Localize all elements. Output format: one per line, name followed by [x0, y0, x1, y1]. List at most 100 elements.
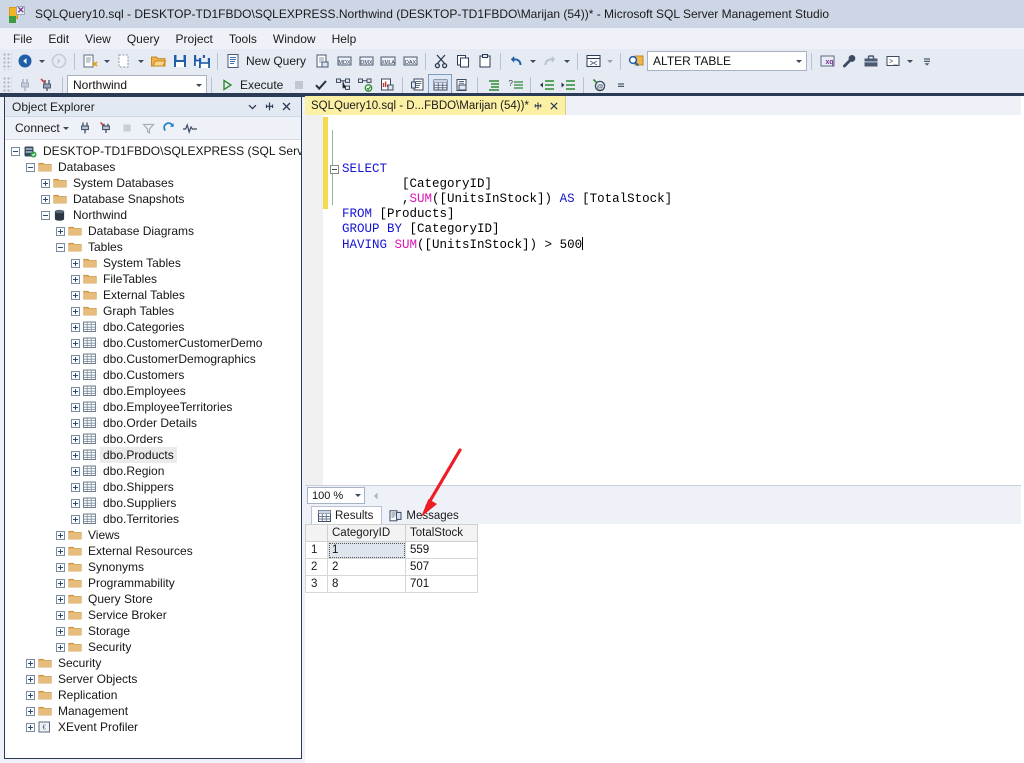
expand-icon[interactable]	[71, 514, 80, 524]
collapse-icon[interactable]	[11, 146, 20, 156]
menu-item-project[interactable]: Project	[168, 30, 221, 48]
new-query-label[interactable]: New Query	[244, 54, 311, 68]
panel-dropdown-icon[interactable]	[244, 98, 261, 115]
save-button[interactable]	[169, 51, 191, 72]
expand-icon[interactable]	[56, 594, 65, 604]
expand-icon[interactable]	[41, 194, 50, 204]
tree-node[interactable]: dbo.EmployeeTerritories	[5, 399, 301, 415]
row-number-cell[interactable]: 2	[305, 558, 328, 576]
wrench-icon[interactable]	[838, 51, 860, 72]
cell-categoryid[interactable]: 2	[327, 558, 406, 576]
zoom-combo[interactable]: 100 %	[307, 487, 365, 504]
new-blank-caret-icon[interactable]	[138, 59, 144, 63]
expand-icon[interactable]	[56, 546, 65, 556]
cell-categoryid[interactable]: 1	[327, 541, 406, 559]
toolbar-grip[interactable]	[3, 52, 12, 70]
tree-node[interactable]: Security	[5, 655, 301, 671]
expand-icon[interactable]	[71, 322, 80, 332]
expand-icon[interactable]	[56, 530, 65, 540]
tree-node[interactable]: € XEvent Profiler	[5, 719, 301, 735]
new-query-button[interactable]	[222, 51, 244, 72]
navigate-back-button[interactable]	[14, 51, 36, 72]
copy-button[interactable]	[452, 51, 474, 72]
expand-icon[interactable]	[71, 354, 80, 364]
close-icon[interactable]	[547, 101, 561, 111]
collapse-region-icon[interactable]	[330, 165, 339, 174]
expand-icon[interactable]	[71, 306, 80, 316]
menu-item-help[interactable]: Help	[324, 30, 365, 48]
execute-label[interactable]: Execute	[238, 78, 288, 92]
tree-node[interactable]: Views	[5, 527, 301, 543]
new-query-connection-button[interactable]	[79, 51, 101, 72]
expand-icon[interactable]	[26, 690, 35, 700]
mdx-query-button[interactable]: MDX	[333, 51, 355, 72]
stop-icon[interactable]	[117, 119, 138, 138]
xquery-button[interactable]: xq	[816, 51, 838, 72]
menu-item-window[interactable]: Window	[265, 30, 324, 48]
toolbar-overflow-icon[interactable]	[916, 51, 938, 72]
refresh-icon[interactable]	[159, 119, 180, 138]
grid-corner-cell[interactable]	[305, 524, 328, 542]
expand-icon[interactable]	[71, 290, 80, 300]
expand-icon[interactable]	[71, 338, 80, 348]
expand-icon[interactable]	[26, 658, 35, 668]
expand-icon[interactable]	[26, 722, 35, 732]
quick-launch-icon[interactable]	[625, 51, 647, 72]
navigate-forward-button[interactable]	[48, 51, 70, 72]
expand-icon[interactable]	[71, 370, 80, 380]
dax-query-button[interactable]: DAX	[399, 51, 421, 72]
results-grid-container[interactable]: CategoryID TotalStock 1 1 559 2 2 507 3 8 701	[305, 524, 1024, 763]
document-tab-sqlquery10[interactable]: SQLQuery10.sql - D...FBDO\Marijan (54))*	[305, 96, 566, 115]
tree-node[interactable]: Programmability	[5, 575, 301, 591]
tree-node[interactable]: External Resources	[5, 543, 301, 559]
tree-node[interactable]: Database Snapshots	[5, 191, 301, 207]
expand-icon[interactable]	[71, 418, 80, 428]
menu-item-view[interactable]: View	[77, 30, 119, 48]
tree-node[interactable]: Northwind	[5, 207, 301, 223]
tree-node[interactable]: FileTables	[5, 271, 301, 287]
menu-item-file[interactable]: File	[5, 30, 40, 48]
save-all-button[interactable]	[191, 51, 213, 72]
tree-node[interactable]: Tables	[5, 239, 301, 255]
results-grid[interactable]: CategoryID TotalStock 1 1 559 2 2 507 3 8 701	[305, 524, 478, 593]
expand-icon[interactable]	[26, 674, 35, 684]
chevron-down-icon[interactable]	[791, 59, 806, 63]
collapse-icon[interactable]	[56, 242, 65, 252]
filter-icon[interactable]	[138, 119, 159, 138]
cut-button[interactable]	[430, 51, 452, 72]
tree-node[interactable]: dbo.CustomerDemographics	[5, 351, 301, 367]
expand-icon[interactable]	[71, 450, 80, 460]
menu-item-edit[interactable]: Edit	[40, 30, 77, 48]
expand-icon[interactable]	[71, 402, 80, 412]
find-caret-icon[interactable]	[607, 59, 614, 63]
tab-messages[interactable]: Messages	[382, 506, 467, 524]
dmx-query-button[interactable]: DMX	[355, 51, 377, 72]
code-editor[interactable]: SELECT [CategoryID] ,SUM([UnitsInStock])…	[305, 115, 1024, 485]
undo-caret-icon[interactable]	[530, 59, 537, 63]
expand-icon[interactable]	[56, 562, 65, 572]
find-in-files-button[interactable]	[582, 51, 604, 72]
expand-icon[interactable]	[56, 578, 65, 588]
tree-node[interactable]: Security	[5, 639, 301, 655]
redo-button[interactable]	[539, 51, 561, 72]
tree-node[interactable]: Graph Tables	[5, 303, 301, 319]
tree-node[interactable]: dbo.Territories	[5, 511, 301, 527]
expand-icon[interactable]	[56, 610, 65, 620]
tree-node[interactable]: dbo.Employees	[5, 383, 301, 399]
expand-icon[interactable]	[56, 226, 65, 236]
table-row[interactable]: 1 1 559	[305, 541, 478, 559]
tree-node[interactable]: External Tables	[5, 287, 301, 303]
tree-node[interactable]: dbo.CustomerCustomerDemo	[5, 335, 301, 351]
table-row[interactable]: 3 8 701	[305, 575, 478, 593]
tab-results[interactable]: Results	[311, 506, 383, 524]
disconnect-icon[interactable]	[96, 119, 117, 138]
collapse-icon[interactable]	[26, 162, 35, 172]
row-number-cell[interactable]: 1	[305, 541, 328, 559]
expand-icon[interactable]	[71, 466, 80, 476]
expand-icon[interactable]	[71, 386, 80, 396]
expand-icon[interactable]	[56, 626, 65, 636]
chevron-down-icon[interactable]	[191, 83, 206, 87]
cell-totalstock[interactable]: 701	[405, 575, 478, 593]
tree-node[interactable]: System Databases	[5, 175, 301, 191]
connect-icon[interactable]	[75, 119, 96, 138]
